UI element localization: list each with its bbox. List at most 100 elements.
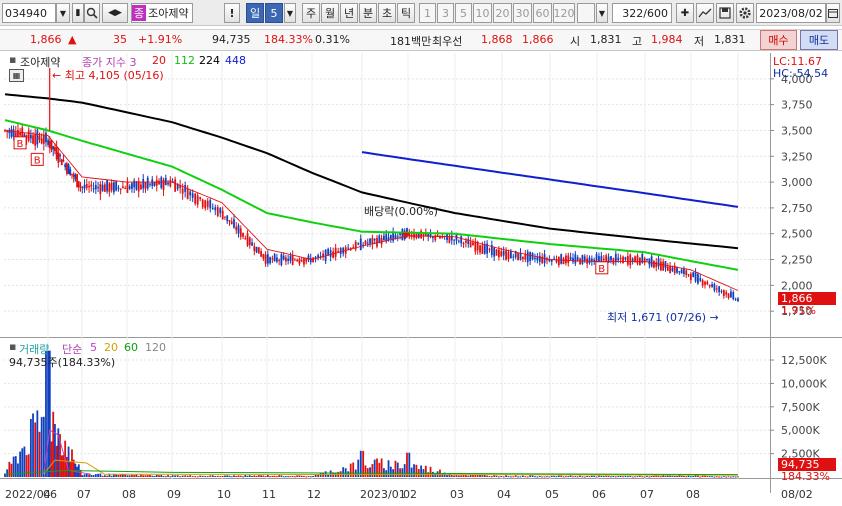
volume-current-readout: 94,735주(184.33%) (9, 356, 116, 369)
candle-body (237, 225, 240, 234)
interval-3-button[interactable]: 3 (437, 3, 454, 23)
interval-30-button[interactable]: 30 (513, 3, 532, 23)
search-icon[interactable] (84, 3, 100, 23)
interval-dropdown-button[interactable]: ▼ (596, 3, 608, 23)
candle-body (60, 159, 63, 166)
candle-body (664, 261, 667, 269)
candle-body (659, 261, 662, 271)
period-tick-button[interactable]: 틱 (397, 3, 415, 23)
interval-1-button[interactable]: 1 (419, 3, 436, 23)
stock-name-field[interactable]: 종 조아제약 (131, 3, 193, 23)
candle-body (298, 258, 301, 264)
interval-60-button[interactable]: 60 (533, 3, 552, 23)
volume-bar (557, 475, 560, 477)
candle-body (209, 200, 212, 209)
calendar-icon[interactable] (826, 3, 840, 23)
period-monthly-button[interactable]: 월 (321, 3, 339, 23)
low-price: 1,831 (714, 33, 746, 46)
candle-body (246, 233, 249, 246)
alert-button-label: ! (229, 6, 235, 20)
volume-bar (162, 475, 165, 477)
volume-bar (260, 475, 262, 477)
volume-bar (569, 475, 572, 477)
candle-body (196, 195, 199, 205)
period-daily-button[interactable]: 일 (246, 3, 264, 23)
data-count-field[interactable]: 322/600 (612, 3, 672, 23)
period-second-button[interactable]: 초 (378, 3, 396, 23)
buy-button[interactable]: 매수 (760, 30, 797, 50)
volume-bar (103, 475, 106, 477)
candle-body (191, 193, 194, 198)
volume-bar (269, 476, 272, 478)
volume-panel-close-icon[interactable]: ▪ (9, 340, 16, 353)
volume-bar (457, 475, 460, 477)
period-minute-button[interactable]: 분 (359, 3, 377, 23)
code-dropdown-button[interactable]: ▼ (56, 3, 70, 23)
price-change-pct: +1.91% (138, 33, 183, 46)
volume-bar (526, 476, 529, 478)
date-field[interactable]: 2023/08/02 (756, 3, 826, 23)
candle-body (45, 132, 47, 143)
volume-bar (648, 476, 651, 478)
volume-bar (282, 476, 285, 478)
chart-area[interactable]: 1,750 2,000 2,250 2,500 2,750 3,000 3,250 3,500… (0, 53, 842, 506)
interval-3-label: 3 (442, 6, 449, 20)
indicator-add-icon[interactable]: ✚ (676, 3, 694, 23)
settings-gear-icon[interactable] (736, 3, 754, 23)
x-tick-label: 11 (262, 488, 276, 501)
volume-bar (502, 476, 505, 478)
alert-button[interactable]: ! (224, 3, 240, 23)
interval-20-button[interactable]: 20 (493, 3, 512, 23)
stock-list-spinner[interactable]: ◀▶ (102, 3, 128, 23)
volume-bar (631, 476, 634, 478)
interval-5-button[interactable]: 5 (455, 3, 472, 23)
volume-bar (522, 475, 524, 477)
period-dropdown-button[interactable]: ▼ (284, 3, 296, 23)
interval-custom-field[interactable] (577, 3, 595, 23)
volume-bar (29, 418, 32, 477)
grid-toggle-icon[interactable]: ▦ (9, 69, 24, 82)
period-weekly-button[interactable]: 주 (302, 3, 320, 23)
period-value-field[interactable]: 5 (265, 3, 283, 23)
volume-bar (650, 475, 653, 477)
volume-bar (153, 475, 156, 477)
data-count-max: /600 (643, 6, 668, 20)
volume-bar (659, 476, 662, 478)
candle-body (103, 184, 106, 192)
period-yearly-button[interactable]: 년 (340, 3, 358, 23)
volume-bar (697, 475, 699, 477)
volume-bar (126, 475, 129, 477)
period-weekly-label: 주 (305, 7, 317, 20)
candle-body (730, 291, 732, 298)
volume-bar (131, 474, 133, 477)
volume-bar (708, 476, 711, 478)
volume-bar (687, 475, 690, 477)
buy-button-label: 매수 (768, 34, 789, 47)
candle-body (64, 164, 67, 168)
volume-bar (171, 475, 174, 477)
price-change: 35 (113, 33, 127, 46)
panel-close-icon[interactable]: ▪ (9, 53, 16, 66)
stock-code-input[interactable]: 034940 (2, 3, 56, 23)
volume-bar (512, 476, 515, 478)
trendline-icon[interactable] (696, 3, 714, 23)
candle-body (453, 239, 456, 241)
candle-body (131, 183, 133, 189)
history-icon[interactable]: ▮ (72, 3, 84, 23)
volume-bar (248, 475, 251, 477)
candle-body (124, 188, 127, 190)
volume-bar (289, 476, 292, 478)
save-icon[interactable] (716, 3, 734, 23)
interval-10-button[interactable]: 10 (473, 3, 492, 23)
volume-bar (196, 476, 199, 478)
sell-button[interactable]: 매도 (800, 30, 838, 50)
interval-120-button[interactable]: 120 (553, 3, 575, 23)
ma-legend-20: 20 (152, 54, 166, 67)
candle-body (122, 186, 124, 188)
interval-60-label: 60 (535, 6, 550, 20)
volume-bar (235, 475, 238, 477)
candle-body (291, 255, 294, 265)
dividend-annotation: 배당락(0.00%) (364, 205, 438, 218)
chart-canvas[interactable]: 1,7502,0002,2502,5002,7503,0003,2503,500… (0, 53, 842, 506)
candle-body (271, 258, 274, 260)
